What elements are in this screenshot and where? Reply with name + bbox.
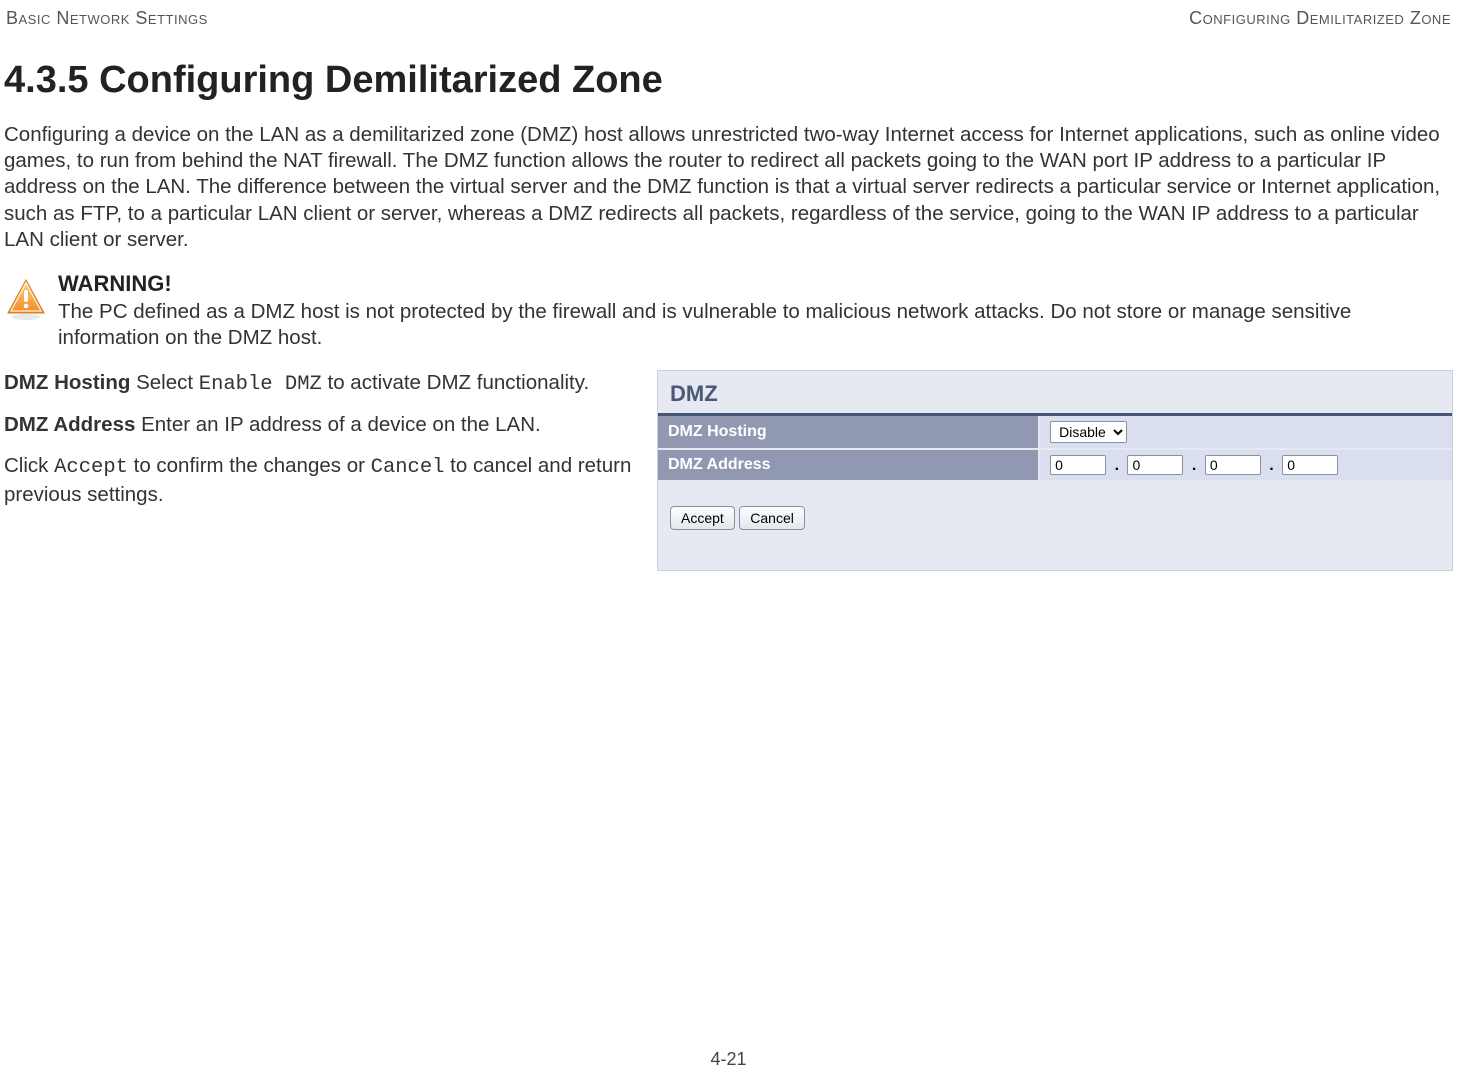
ip-dot: . xyxy=(1192,457,1196,474)
ip-dot: . xyxy=(1115,457,1119,474)
table-row: DMZ Hosting Disable xyxy=(658,416,1452,449)
cancel-button[interactable]: Cancel xyxy=(739,506,805,530)
ip-octet-4[interactable] xyxy=(1282,455,1338,475)
dmz-hosting-row-value: Disable xyxy=(1039,416,1452,449)
dmz-hosting-pre: Select xyxy=(130,371,198,394)
page-number: 4-21 xyxy=(0,1049,1457,1070)
panel-title: DMZ xyxy=(658,371,1452,411)
dmz-hosting-label: DMZ Hosting xyxy=(4,371,130,394)
dmz-hosting-post: to activate DMZ functionality. xyxy=(322,371,589,394)
dmz-settings-table: DMZ Hosting Disable DMZ Address . . . xyxy=(658,416,1452,482)
dmz-hosting-select[interactable]: Disable xyxy=(1050,421,1127,443)
warning-icon xyxy=(4,277,48,321)
warning-body: The PC defined as a DMZ host is not prot… xyxy=(58,299,1453,351)
cancel-code: Cancel xyxy=(371,456,445,479)
warning-title: WARNING! xyxy=(58,271,1453,297)
enable-dmz-code: Enable DMZ xyxy=(199,373,322,396)
ip-octet-2[interactable] xyxy=(1127,455,1183,475)
dmz-hosting-definition: DMZ Hosting Select Enable DMZ to activat… xyxy=(4,370,639,399)
intro-paragraph: Configuring a device on the LAN as a dem… xyxy=(4,122,1453,253)
section-title: 4.3.5 Configuring Demilitarized Zone xyxy=(4,59,1453,102)
click-pre: Click xyxy=(4,454,54,477)
dmz-address-definition: DMZ Address Enter an IP address of a dev… xyxy=(4,412,639,439)
dmz-hosting-row-label: DMZ Hosting xyxy=(658,416,1039,449)
dmz-address-row-value: . . . xyxy=(1039,449,1452,481)
ip-dot: . xyxy=(1269,457,1273,474)
ip-octet-3[interactable] xyxy=(1205,455,1261,475)
accept-code: Accept xyxy=(54,456,128,479)
dmz-address-body: Enter an IP address of a device on the L… xyxy=(135,413,540,436)
click-mid: to confirm the changes or xyxy=(128,454,371,477)
header-left: Basic Network Settings xyxy=(6,8,208,29)
header-right: Configuring Demilitarized Zone xyxy=(1189,8,1451,29)
dmz-address-label: DMZ Address xyxy=(4,413,135,436)
accept-button[interactable]: Accept xyxy=(670,506,735,530)
dmz-address-row-label: DMZ Address xyxy=(658,449,1039,481)
dmz-panel: DMZ DMZ Hosting Disable DMZ Address . . xyxy=(657,370,1453,571)
click-instructions: Click Accept to confirm the changes or C… xyxy=(4,453,639,508)
table-row: DMZ Address . . . xyxy=(658,449,1452,481)
warning-block: WARNING! The PC defined as a DMZ host is… xyxy=(4,271,1453,351)
ip-octet-1[interactable] xyxy=(1050,455,1106,475)
